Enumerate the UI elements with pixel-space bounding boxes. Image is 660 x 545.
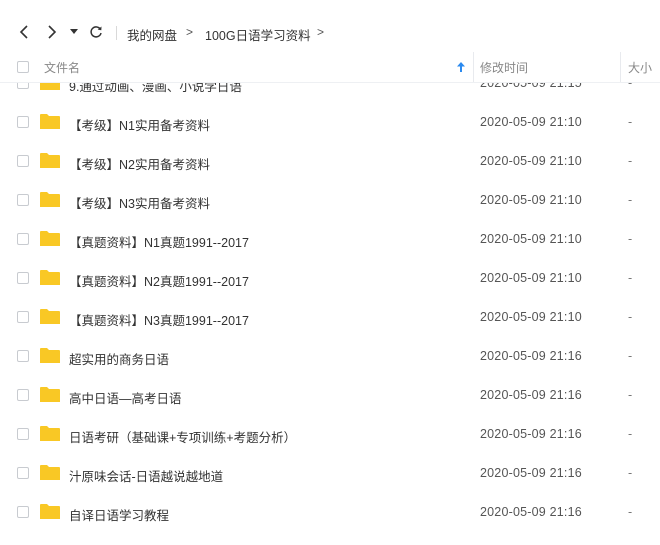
folder-icon	[40, 153, 60, 168]
file-modified-date: 2020-05-09 21:16	[480, 466, 582, 480]
file-modified-date: 2020-05-09 21:10	[480, 232, 582, 246]
file-modified-date: 2020-05-09 21:16	[480, 388, 582, 402]
file-size: -	[628, 505, 633, 519]
folder-icon	[40, 348, 60, 363]
file-name[interactable]: 【考级】N1实用备考资料	[69, 115, 210, 134]
file-list-header: 文件名 修改时间 大小	[0, 52, 660, 83]
table-row[interactable]: 自译日语学习教程 2020-05-09 21:16 -	[0, 493, 660, 532]
folder-icon	[40, 309, 60, 324]
file-size: -	[628, 193, 633, 207]
history-dropdown-button[interactable]	[66, 20, 82, 44]
folder-icon	[40, 504, 60, 519]
breadcrumb-root[interactable]: 我的网盘	[127, 25, 177, 44]
table-row[interactable]: 【考级】N3实用备考资料 2020-05-09 21:10 -	[0, 181, 660, 220]
row-checkbox[interactable]	[17, 506, 29, 518]
file-name[interactable]: 高中日语—高考日语	[69, 388, 182, 407]
table-row[interactable]: 【考级】N1实用备考资料 2020-05-09 21:10 -	[0, 103, 660, 142]
file-modified-date: 2020-05-09 21:16	[480, 505, 582, 519]
file-name[interactable]: 【考级】N3实用备考资料	[69, 193, 210, 212]
folder-icon	[40, 465, 60, 480]
file-size: -	[628, 349, 633, 363]
table-row[interactable]: 【真题资料】N3真题1991--2017 2020-05-09 21:10 -	[0, 298, 660, 337]
folder-icon	[40, 231, 60, 246]
row-checkbox[interactable]	[17, 350, 29, 362]
row-checkbox[interactable]	[17, 272, 29, 284]
folder-icon	[40, 387, 60, 402]
row-checkbox[interactable]	[17, 194, 29, 206]
file-name[interactable]: 【真题资料】N2真题1991--2017	[69, 271, 249, 290]
refresh-icon	[90, 26, 102, 38]
file-modified-date: 2020-05-09 21:16	[480, 349, 582, 363]
file-size: -	[628, 154, 633, 168]
caret-down-icon	[70, 29, 78, 34]
file-list: 9.通过动画、漫画、小说学日语 2020-05-09 21:15 - 【考级】N…	[0, 63, 660, 545]
folder-icon	[40, 270, 60, 285]
arrow-up-icon[interactable]	[456, 61, 466, 73]
chevron-left-icon	[19, 25, 28, 39]
row-checkbox[interactable]	[17, 467, 29, 479]
file-modified-date: 2020-05-09 21:16	[480, 427, 582, 441]
file-modified-date: 2020-05-09 21:10	[480, 154, 582, 168]
row-checkbox[interactable]	[17, 116, 29, 128]
table-row[interactable]: 【真题资料】N2真题1991--2017 2020-05-09 21:10 -	[0, 259, 660, 298]
file-size: -	[628, 427, 633, 441]
table-row[interactable]: 汁原味会话-日语越说越地道 2020-05-09 21:16 -	[0, 454, 660, 493]
file-name[interactable]: 【真题资料】N3真题1991--2017	[69, 310, 249, 329]
toolbar-divider	[116, 26, 117, 40]
folder-icon	[40, 114, 60, 129]
file-size: -	[628, 310, 633, 324]
forward-button[interactable]	[41, 20, 63, 44]
row-checkbox[interactable]	[17, 428, 29, 440]
folder-icon	[40, 192, 60, 207]
row-checkbox[interactable]	[17, 311, 29, 323]
file-size: -	[628, 388, 633, 402]
file-modified-date: 2020-05-09 21:10	[480, 271, 582, 285]
table-row[interactable]: 日语考研（基础课+专项训练+考题分析） 2020-05-09 21:16 -	[0, 415, 660, 454]
back-button[interactable]	[13, 20, 35, 44]
file-name[interactable]: 【考级】N2实用备考资料	[69, 154, 210, 173]
file-name[interactable]: 【真题资料】N1真题1991--2017	[69, 232, 249, 251]
folder-icon	[40, 426, 60, 441]
file-size: -	[628, 232, 633, 246]
column-divider[interactable]	[620, 52, 621, 82]
file-name[interactable]: 超实用的商务日语	[69, 349, 169, 368]
column-header-size[interactable]: 大小	[628, 59, 652, 76]
file-size: -	[628, 115, 633, 129]
table-row[interactable]: 【真题资料】N1真题1991--2017 2020-05-09 21:10 -	[0, 220, 660, 259]
file-name[interactable]: 日语考研（基础课+专项训练+考题分析）	[69, 427, 296, 446]
row-checkbox[interactable]	[17, 155, 29, 167]
refresh-button[interactable]	[85, 20, 107, 44]
file-name[interactable]: 自译日语学习教程	[69, 505, 169, 524]
table-row[interactable]: 高中日语—高考日语 2020-05-09 21:16 -	[0, 376, 660, 415]
table-row[interactable]: 超实用的商务日语 2020-05-09 21:16 -	[0, 337, 660, 376]
breadcrumb-separator: >	[186, 25, 194, 39]
file-modified-date: 2020-05-09 21:10	[480, 310, 582, 324]
table-row[interactable]: 【考级】N2实用备考资料 2020-05-09 21:10 -	[0, 142, 660, 181]
chevron-right-icon	[48, 25, 57, 39]
toolbar: 我的网盘 > 100G日语学习资料 >	[0, 0, 660, 52]
breadcrumb-separator: >	[317, 25, 325, 39]
breadcrumb-current-folder[interactable]: 100G日语学习资料	[205, 25, 311, 44]
file-size: -	[628, 271, 633, 285]
column-header-modified[interactable]: 修改时间	[480, 59, 528, 76]
row-checkbox[interactable]	[17, 389, 29, 401]
select-all-checkbox[interactable]	[17, 61, 29, 73]
row-checkbox[interactable]	[17, 233, 29, 245]
file-size: -	[628, 466, 633, 480]
file-modified-date: 2020-05-09 21:10	[480, 193, 582, 207]
column-header-name[interactable]: 文件名	[44, 59, 80, 76]
file-modified-date: 2020-05-09 21:10	[480, 115, 582, 129]
column-divider[interactable]	[473, 52, 474, 82]
file-name[interactable]: 汁原味会话-日语越说越地道	[69, 466, 223, 485]
